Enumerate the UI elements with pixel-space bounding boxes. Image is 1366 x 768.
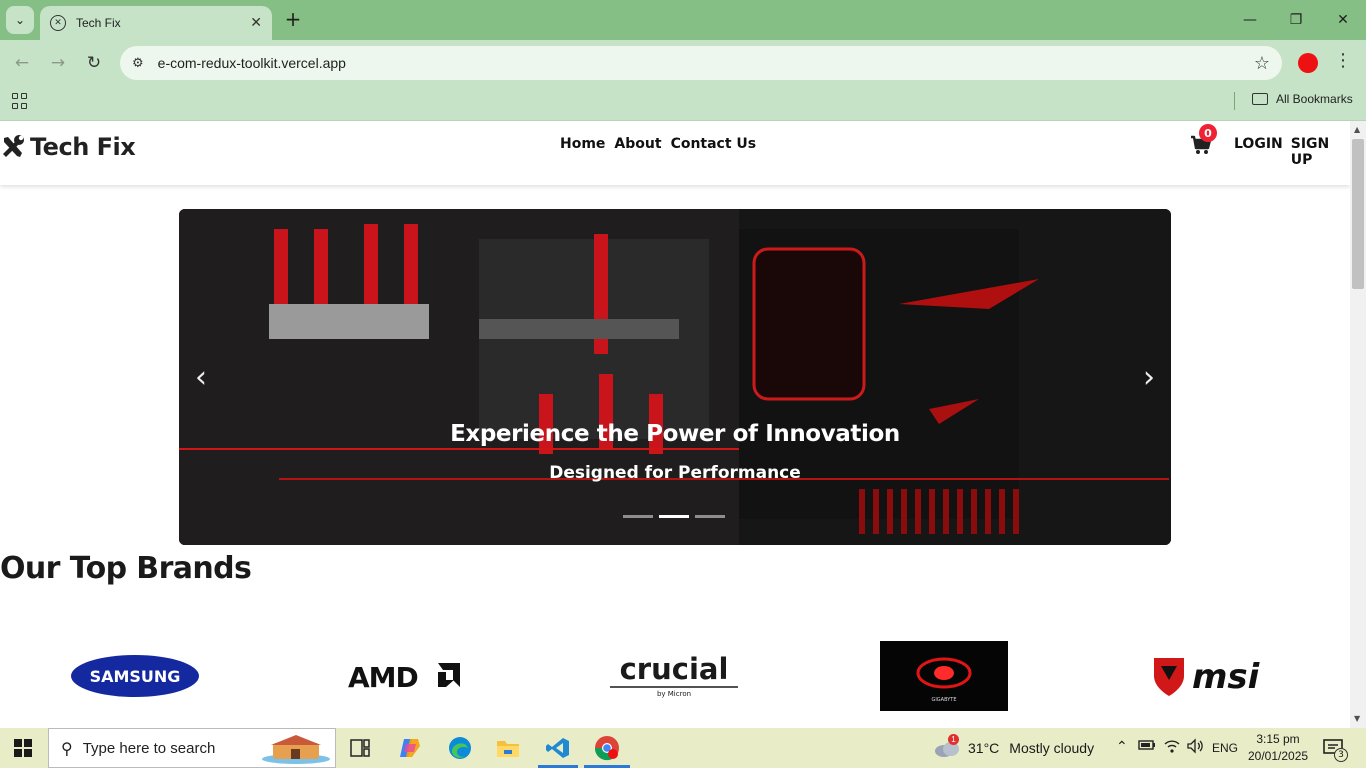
browser-menu-icon[interactable]: ⋮ — [1334, 50, 1352, 71]
browser-toolbar: ← → ↻ ⚙ e-com-redux-toolkit.vercel.app ☆… — [0, 40, 1366, 86]
site-logo[interactable]: Tech Fix — [0, 133, 136, 161]
tray-overflow-icon[interactable]: ⌃ — [1116, 738, 1128, 755]
search-placeholder: Type here to search — [82, 739, 216, 757]
site-info-icon[interactable]: ⚙ — [132, 56, 144, 71]
window-close-icon[interactable]: ✕ — [1331, 8, 1355, 32]
nav-contact[interactable]: Contact Us — [671, 136, 757, 152]
tab-title: Tech Fix — [76, 16, 121, 30]
auth-links: LOGIN SIGN UP — [1234, 136, 1350, 168]
search-icon: ⚲ — [61, 738, 73, 758]
brand-msi-text: msi — [1192, 657, 1261, 697]
file-explorer-icon[interactable] — [494, 734, 522, 762]
signup-link[interactable]: SIGN UP — [1291, 136, 1350, 168]
brand-msi-logo[interactable]: msi — [1150, 641, 1278, 711]
cloud-icon: 1 — [934, 734, 960, 758]
carousel-next-icon[interactable]: › — [1137, 357, 1161, 397]
cart-count-badge: 0 — [1199, 124, 1217, 142]
carousel-prev-icon[interactable]: ‹ — [189, 357, 213, 397]
cart-button[interactable]: 0 — [1190, 124, 1217, 159]
tab-favicon-icon: ✕ — [50, 15, 66, 31]
apps-grid-icon[interactable] — [12, 93, 28, 109]
page-scrollbar[interactable]: ▲ ▼ — [1350, 121, 1366, 728]
vscode-icon[interactable] — [544, 734, 572, 762]
brand-samsung-logo[interactable]: SAMSUNG — [70, 641, 200, 711]
clock-date: 20/01/2025 — [1248, 749, 1309, 763]
task-view-icon[interactable] — [346, 734, 374, 762]
tab-close-icon[interactable]: ✕ — [250, 15, 262, 31]
scroll-up-icon[interactable]: ▲ — [1354, 125, 1360, 134]
clock-time: 3:15 pm — [1256, 732, 1300, 746]
brand-gigabyte-logo[interactable]: GIGABYTE — [880, 641, 1008, 711]
weather-desc: Mostly cloudy — [1009, 740, 1095, 756]
brands-heading: Our Top Brands — [0, 551, 252, 586]
hero-carousel: ‹ › Experience the Power of Innovation D… — [179, 209, 1171, 545]
restore-icon[interactable]: ❐ — [1284, 8, 1308, 32]
scroll-down-icon[interactable]: ▼ — [1354, 714, 1360, 723]
url-text[interactable]: e-com-redux-toolkit.vercel.app — [158, 55, 1254, 71]
brand-gigabyte-text: GIGABYTE — [931, 697, 956, 703]
tab-search-icon[interactable]: ⌄ — [6, 6, 34, 34]
scroll-thumb[interactable] — [1352, 139, 1364, 289]
search-highlight-icon — [262, 735, 330, 764]
start-icon[interactable] — [14, 739, 32, 757]
tools-icon — [3, 135, 24, 157]
brand-crucial-logo[interactable]: crucial by Micron — [608, 641, 740, 711]
volume-icon[interactable] — [1186, 738, 1204, 757]
carousel-indicator[interactable] — [695, 515, 725, 518]
carousel-indicators — [623, 515, 725, 518]
browser-tab[interactable]: ✕ Tech Fix ✕ — [40, 6, 272, 40]
brand-amd-logo[interactable]: AMD — [346, 641, 466, 711]
address-bar[interactable]: ⚙ e-com-redux-toolkit.vercel.app ☆ — [120, 46, 1282, 80]
login-link[interactable]: LOGIN — [1234, 136, 1283, 168]
browser-tab-bar: ⌄ ✕ Tech Fix ✕ + — ❐ ✕ — [0, 0, 1366, 40]
brand-crucial-text: crucial — [620, 652, 729, 686]
language-indicator[interactable]: ENG — [1212, 741, 1238, 755]
bookmark-star-icon[interactable]: ☆ — [1254, 53, 1270, 74]
nav-about[interactable]: About — [614, 136, 661, 152]
windows-taskbar: ⚲ Type here to search 1 31°C Mostly clou… — [0, 728, 1366, 768]
profile-avatar[interactable] — [1298, 53, 1318, 73]
copilot-icon[interactable] — [396, 734, 424, 762]
brand-amd-text: AMD — [348, 661, 418, 694]
wifi-icon[interactable] — [1163, 738, 1181, 757]
brand-samsung-text: SAMSUNG — [90, 667, 181, 686]
carousel-indicator[interactable] — [659, 515, 689, 518]
all-bookmarks-button[interactable]: All Bookmarks — [1252, 92, 1353, 106]
folder-icon — [1252, 93, 1268, 105]
weather-alert-badge: 1 — [948, 734, 959, 745]
site-navbar: Tech Fix Home About Contact Us 0 LOGIN S… — [0, 121, 1350, 185]
bookmarks-bar: All Bookmarks — [0, 86, 1366, 121]
edge-icon[interactable] — [446, 734, 474, 762]
nav-home[interactable]: Home — [560, 136, 605, 152]
main-nav: Home About Contact Us — [560, 136, 756, 152]
forward-icon[interactable]: → — [46, 51, 70, 75]
back-icon[interactable]: ← — [10, 51, 34, 75]
new-tab-icon[interactable]: + — [282, 7, 304, 31]
system-clock[interactable]: 3:15 pm 20/01/2025 — [1248, 731, 1308, 765]
battery-icon[interactable] — [1138, 738, 1156, 755]
brand-micron-text: by Micron — [657, 690, 691, 698]
weather-temp: 31°C — [968, 740, 1000, 756]
all-bookmarks-label: All Bookmarks — [1276, 92, 1353, 106]
minimize-icon[interactable]: — — [1238, 8, 1262, 32]
logo-text: Tech Fix — [30, 133, 136, 161]
taskbar-search-box[interactable]: ⚲ Type here to search — [48, 728, 336, 768]
bookmarks-divider — [1234, 92, 1235, 110]
carousel-caption-subtitle: Designed for Performance — [549, 463, 801, 483]
web-page: Tech Fix Home About Contact Us 0 LOGIN S… — [0, 121, 1350, 728]
chrome-icon[interactable] — [593, 734, 621, 762]
weather-widget[interactable]: 1 31°C Mostly cloudy — [934, 734, 1095, 758]
carousel-caption-title: Experience the Power of Innovation — [450, 421, 900, 447]
carousel-indicator[interactable] — [623, 515, 653, 518]
reload-icon[interactable]: ↻ — [82, 51, 106, 75]
notification-count-badge: 3 — [1334, 748, 1348, 762]
carousel-slide-image — [179, 209, 1171, 545]
